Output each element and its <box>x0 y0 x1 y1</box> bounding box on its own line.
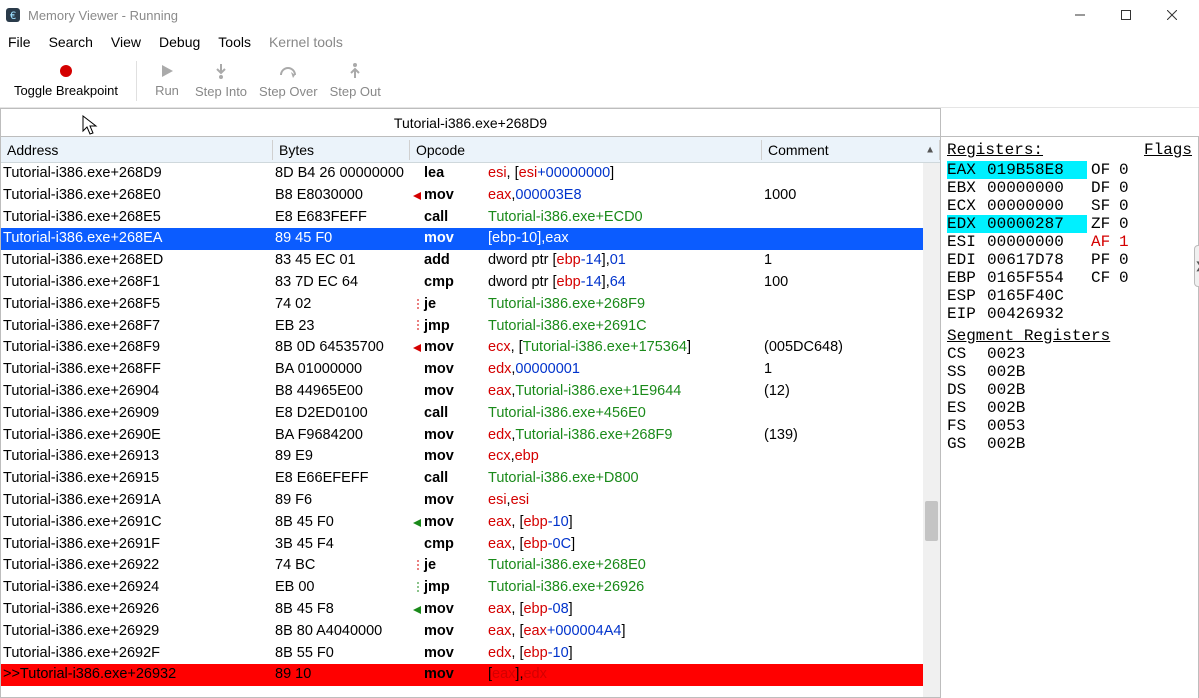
table-row[interactable]: Tutorial-i386.exe+268FFBA 01000000movedx… <box>1 359 940 381</box>
step-out-button[interactable]: Step Out <box>326 57 385 105</box>
table-row[interactable]: Tutorial-i386.exe+2691389 E9movecx,ebp <box>1 446 940 468</box>
menubar: File Search View Debug Tools Kernel tool… <box>0 30 1199 54</box>
location-header-text: Tutorial-i386.exe+268D9 <box>394 115 547 131</box>
table-row[interactable]: Tutorial-i386.exe+2692F8B 55 F0movedx, [… <box>1 643 940 665</box>
menu-view[interactable]: View <box>111 34 141 50</box>
location-header[interactable]: Tutorial-i386.exe+268D9 <box>0 108 941 136</box>
table-row[interactable]: Tutorial-i386.exe+26904B8 44965E00moveax… <box>1 381 940 403</box>
registers-header: Registers: <box>947 141 1043 159</box>
registers-panel: Registers: Flags EAX 019B58E8OF 0EBX 000… <box>941 136 1199 698</box>
segment-register-line[interactable]: ES 002B <box>947 399 1192 417</box>
jump-arrow-icon <box>412 604 424 616</box>
run-button[interactable]: Run <box>147 57 187 105</box>
app-icon: € <box>4 6 22 24</box>
segment-register-line[interactable]: DS 002B <box>947 381 1192 399</box>
minimize-button[interactable] <box>1057 0 1103 30</box>
jump-arrow-icon <box>412 342 424 354</box>
menu-tools[interactable]: Tools <box>218 34 251 50</box>
jump-arrow-icon <box>412 190 424 202</box>
play-icon <box>160 64 174 81</box>
scrollbar-thumb[interactable] <box>925 501 938 541</box>
flags-header: Flags <box>1144 141 1192 159</box>
table-row[interactable]: Tutorial-i386.exe+268F98B 0D 64535700mov… <box>1 337 940 359</box>
close-button[interactable] <box>1149 0 1195 30</box>
step-into-icon <box>213 63 229 82</box>
jump-arrow-icon <box>412 517 424 529</box>
toolbar: Toggle Breakpoint Run Step Into Step Ove… <box>0 54 1199 108</box>
register-line[interactable]: EAX 019B58E8OF 0 <box>947 161 1192 179</box>
table-row[interactable]: Tutorial-i386.exe+2691F3B 45 F4cmpeax, [… <box>1 534 940 556</box>
step-over-button[interactable]: Step Over <box>255 57 322 105</box>
toolbar-separator <box>136 61 137 101</box>
table-row[interactable]: Tutorial-i386.exe+268E5E8 E683FEFFcallTu… <box>1 207 940 229</box>
step-over-label: Step Over <box>259 84 318 99</box>
breakpoint-icon <box>59 64 73 81</box>
table-row[interactable]: >>Tutorial-i386.exe+2693289 10mov[eax],e… <box>1 664 940 686</box>
table-row[interactable]: Tutorial-i386.exe+268ED83 45 EC 01adddwo… <box>1 250 940 272</box>
register-line[interactable]: EIP 00426932 <box>947 305 1192 323</box>
table-row[interactable]: Tutorial-i386.exe+269298B 80 A4040000mov… <box>1 621 940 643</box>
step-over-icon <box>279 63 297 82</box>
table-row[interactable]: Tutorial-i386.exe+26924EB 00jmpTutorial-… <box>1 577 940 599</box>
maximize-button[interactable] <box>1103 0 1149 30</box>
jump-arrow-icon <box>412 299 424 311</box>
table-header: Address Bytes Opcode Comment▲ <box>1 137 940 163</box>
svg-text:€: € <box>10 11 17 23</box>
menu-debug[interactable]: Debug <box>159 34 200 50</box>
jump-arrow-icon <box>412 320 424 332</box>
register-line[interactable]: EDI 00617D78PF 0 <box>947 251 1192 269</box>
table-row[interactable]: Tutorial-i386.exe+268D98D B4 26 00000000… <box>1 163 940 185</box>
register-line[interactable]: ESI 00000000AF 1 <box>947 233 1192 251</box>
table-row[interactable]: Tutorial-i386.exe+268F574 02jeTutorial-i… <box>1 294 940 316</box>
table-row[interactable]: Tutorial-i386.exe+268E0B8 E8030000moveax… <box>1 185 940 207</box>
titlebar: € Memory Viewer - Running <box>0 0 1199 30</box>
menu-kernel-tools[interactable]: Kernel tools <box>269 34 343 50</box>
register-line[interactable]: EDX 00000287ZF 0 <box>947 215 1192 233</box>
table-row[interactable]: Tutorial-i386.exe+269268B 45 F8moveax, [… <box>1 599 940 621</box>
run-label: Run <box>155 83 179 98</box>
scroll-up-icon[interactable]: ▲ <box>925 144 935 155</box>
table-row[interactable]: Tutorial-i386.exe+268F7EB 23jmpTutorial-… <box>1 316 940 338</box>
step-out-label: Step Out <box>330 84 381 99</box>
table-row[interactable]: Tutorial-i386.exe+268EA89 45 F0mov[ebp-1… <box>1 228 940 250</box>
menu-file[interactable]: File <box>8 34 31 50</box>
toggle-breakpoint-button[interactable]: Toggle Breakpoint <box>6 57 126 105</box>
table-row[interactable]: Tutorial-i386.exe+2691A89 F6movesi,esi <box>1 490 940 512</box>
step-out-icon <box>347 63 363 82</box>
col-opcode[interactable]: Opcode <box>410 140 762 160</box>
vertical-scrollbar[interactable] <box>923 163 940 697</box>
toggle-breakpoint-label: Toggle Breakpoint <box>14 83 118 98</box>
col-address[interactable]: Address <box>1 140 273 160</box>
table-row[interactable]: Tutorial-i386.exe+2690EBA F9684200movedx… <box>1 425 940 447</box>
window-title: Memory Viewer - Running <box>28 8 1057 23</box>
register-line[interactable]: EBX 00000000DF 0 <box>947 179 1192 197</box>
col-bytes[interactable]: Bytes <box>273 140 410 160</box>
panel-collapse-handle[interactable]: ❯ <box>1194 245 1199 287</box>
register-line[interactable]: ESP 0165F40C <box>947 287 1192 305</box>
table-row[interactable]: Tutorial-i386.exe+2692274 BCjeTutorial-i… <box>1 555 940 577</box>
table-row[interactable]: Tutorial-i386.exe+26909E8 D2ED0100callTu… <box>1 403 940 425</box>
disassembly-table[interactable]: Address Bytes Opcode Comment▲ Tutorial-i… <box>0 136 941 698</box>
step-into-button[interactable]: Step Into <box>191 57 251 105</box>
segment-register-line[interactable]: FS 0053 <box>947 417 1192 435</box>
table-row[interactable]: Tutorial-i386.exe+2691C8B 45 F0moveax, [… <box>1 512 940 534</box>
jump-arrow-icon <box>412 582 424 594</box>
menu-search[interactable]: Search <box>49 34 93 50</box>
segment-register-line[interactable]: SS 002B <box>947 363 1192 381</box>
segment-register-line[interactable]: CS 0023 <box>947 345 1192 363</box>
table-row[interactable]: Tutorial-i386.exe+268F183 7D EC 64cmpdwo… <box>1 272 940 294</box>
col-comment[interactable]: Comment▲ <box>762 140 940 160</box>
step-into-label: Step Into <box>195 84 247 99</box>
table-row[interactable]: Tutorial-i386.exe+26915E8 E66EFEFFcallTu… <box>1 468 940 490</box>
register-line[interactable]: ECX 00000000SF 0 <box>947 197 1192 215</box>
segment-registers-header: Segment Registers <box>947 327 1192 345</box>
segment-register-line[interactable]: GS 002B <box>947 435 1192 453</box>
jump-arrow-icon <box>412 560 424 572</box>
register-line[interactable]: EBP 0165F554CF 0 <box>947 269 1192 287</box>
